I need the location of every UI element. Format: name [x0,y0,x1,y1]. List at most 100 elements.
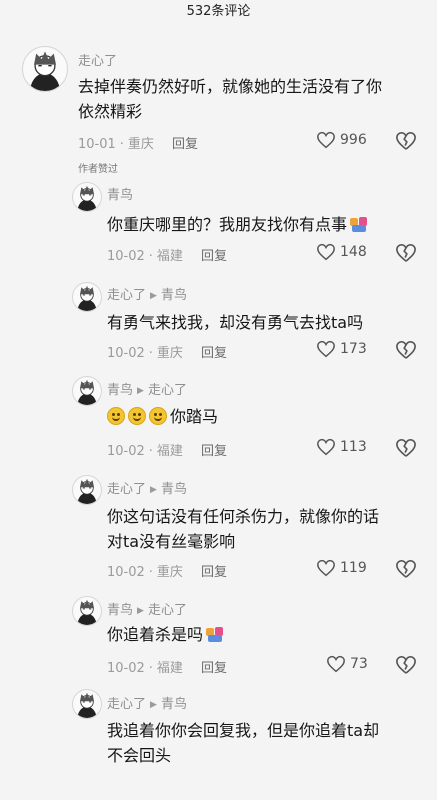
author-name[interactable]: 青鸟 [107,603,133,618]
reply-to-name[interactable]: 走心了 [148,603,187,618]
comment-author[interactable]: 走心了 ▶ 青鸟 [107,478,187,497]
comment-text: 有勇气来找我，却没有勇气去找ta吗 [107,310,363,335]
comment-author[interactable]: 青鸟 ▶ 走心了 [107,599,187,618]
smile-emoji-icon [128,407,146,425]
author-name[interactable]: 走心了 [107,482,146,497]
avatar[interactable] [72,376,102,406]
author-name[interactable]: 走心了 [107,288,146,303]
comment-line: 不会回头 [107,743,379,768]
heart-icon [316,438,340,456]
smile-emoji-icon [107,407,125,425]
comment-line: 你踏马 [107,404,218,429]
comment-line: 去掉伴奏仍然好听，就像她的生活没有了你 [78,74,382,99]
author-name[interactable]: 青鸟 [107,383,133,398]
heart-icon [316,243,340,261]
like-button[interactable]: 173 [316,340,367,358]
reply-arrow-icon: ▶ [150,291,157,301]
meta-separator: · [119,137,124,152]
avatar[interactable] [72,282,102,312]
like-button[interactable]: 996 [316,131,367,149]
comment-meta: 10-02 · 福建 回复 [107,245,237,264]
comment-line: 你这句话没有任何杀伤力，就像你的话 [107,504,379,529]
comment-author[interactable]: 走心了 [78,50,117,69]
comment-text: 你踏马 [107,404,218,429]
comment-location: 福建 [156,249,183,264]
comment-text: 你重庆哪里的？我朋友找你有点事 [107,212,369,237]
dislike-broken-heart-icon[interactable] [395,243,417,263]
comment-date: 10-02 [107,565,145,580]
reply-arrow-icon: ▶ [137,606,144,616]
sticker-emoji-icon [205,625,225,643]
dislike-broken-heart-icon[interactable] [395,340,417,360]
meta-separator: · [148,444,153,459]
comment-date: 10-01 [78,137,116,152]
reply-button[interactable]: 回复 [172,137,198,152]
comment-line-text: 对ta没有丝毫影响 [107,532,236,551]
reply-button[interactable]: 回复 [201,249,227,264]
heart-icon [316,340,340,358]
avatar[interactable] [72,689,102,719]
like-button[interactable]: 148 [316,243,367,261]
like-button[interactable]: 113 [316,438,367,456]
comment-author[interactable]: 走心了 ▶ 青鸟 [107,693,187,712]
dislike-broken-heart-icon[interactable] [395,438,417,458]
comment-location: 重庆 [127,137,154,152]
reply-to-name[interactable]: 青鸟 [161,482,187,497]
comment-line-text: 你重庆哪里的？我朋友找你有点事 [107,215,348,234]
comment-line: 你重庆哪里的？我朋友找你有点事 [107,212,369,237]
comment-author[interactable]: 走心了 ▶ 青鸟 [107,284,187,303]
comment-meta: 10-02 · 重庆 回复 [107,561,237,580]
comment-line-text: 依然精彩 [78,102,143,121]
comment-location: 福建 [156,661,183,676]
like-count: 73 [350,656,368,672]
comment-location: 福建 [156,444,183,459]
comment-text: 我追着你你会回复我，但是你追着ta却 不会回头 [107,718,379,768]
comment-meta: 10-02 · 福建 回复 [107,657,237,676]
author-name[interactable]: 青鸟 [107,188,133,203]
avatar[interactable] [72,475,102,505]
avatar[interactable] [22,46,68,92]
reply-arrow-icon: ▶ [150,485,157,495]
like-button[interactable]: 73 [326,655,368,673]
sticker-emoji-icon [349,215,369,233]
comment-date: 10-02 [107,249,145,264]
like-count: 996 [340,132,367,148]
author-name[interactable]: 走心了 [78,54,117,69]
reply-to-name[interactable]: 走心了 [148,383,187,398]
comment-line-text: 你追着杀是吗 [107,625,204,644]
heart-icon [316,559,340,577]
reply-button[interactable]: 回复 [201,565,227,580]
comment-line-text: 有勇气来找我，却没有勇气去找ta吗 [107,313,364,332]
reply-button[interactable]: 回复 [201,444,227,459]
like-count: 119 [340,560,367,576]
like-count: 113 [340,439,367,455]
reply-to-name[interactable]: 青鸟 [161,288,187,303]
reply-to-name[interactable]: 青鸟 [161,697,187,712]
heart-icon [326,655,350,673]
reply-button[interactable]: 回复 [201,661,227,676]
author-liked-tag: 作者赞过 [78,164,118,175]
comment-date: 10-02 [107,346,145,361]
comment-line: 我追着你你会回复我，但是你追着ta却 [107,718,379,743]
comment-line-text: 不会回头 [107,746,172,765]
like-count: 173 [340,341,367,357]
comment-meta: 10-02 · 重庆 回复 [107,342,237,361]
like-button[interactable]: 119 [316,559,367,577]
avatar[interactable] [72,182,102,212]
comment-line-text: 你踏马 [170,407,219,426]
comment-line-text: 你这句话没有任何杀伤力，就像你的话 [107,507,380,526]
dislike-broken-heart-icon[interactable] [395,131,417,151]
comment-line: 有勇气来找我，却没有勇气去找ta吗 [107,310,363,335]
comment-author[interactable]: 青鸟 [107,184,133,203]
meta-separator: · [148,661,153,676]
dislike-broken-heart-icon[interactable] [395,559,417,579]
reply-arrow-icon: ▶ [137,386,144,396]
comment-line: 对ta没有丝毫影响 [107,529,379,554]
comment-line-text: 我追着你你会回复我，但是你追着ta却 [107,721,380,740]
author-name[interactable]: 走心了 [107,697,146,712]
comment-author[interactable]: 青鸟 ▶ 走心了 [107,379,187,398]
avatar[interactable] [72,596,102,626]
reply-button[interactable]: 回复 [201,346,227,361]
comment-meta: 10-01 · 重庆 回复 [78,133,208,152]
dislike-broken-heart-icon[interactable] [395,655,417,675]
